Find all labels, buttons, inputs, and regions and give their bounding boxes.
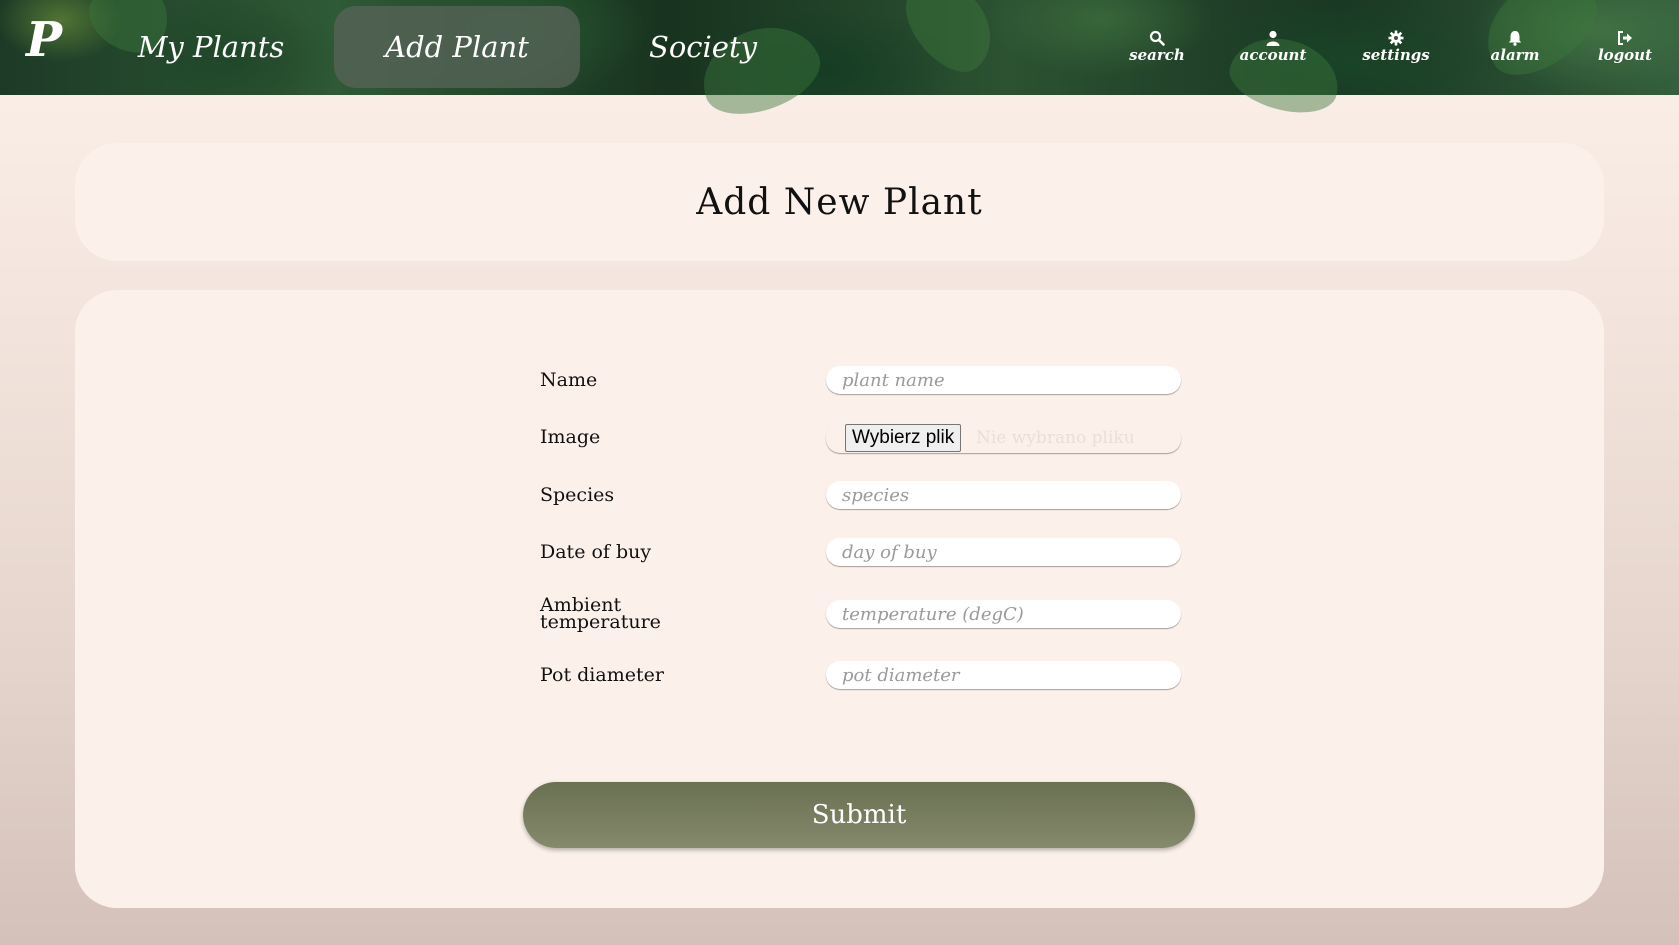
logout-icon bbox=[1618, 31, 1632, 45]
ambient-temperature-label: Ambient temperature bbox=[540, 596, 661, 633]
submit-button[interactable]: Submit bbox=[523, 782, 1195, 848]
image-label: Image bbox=[540, 426, 601, 448]
ambient-temperature-label-line2: temperature bbox=[540, 611, 661, 633]
tab-society[interactable]: Society bbox=[580, 6, 826, 88]
name-input[interactable] bbox=[826, 366, 1181, 394]
gear-icon bbox=[1388, 30, 1404, 46]
account-button[interactable]: account bbox=[1240, 30, 1306, 66]
alarm-label: alarm bbox=[1490, 46, 1540, 64]
tab-add-plant[interactable]: Add Plant bbox=[334, 6, 580, 88]
page-title-card: Add New Plant bbox=[75, 143, 1604, 261]
page-title: Add New Plant bbox=[696, 181, 983, 223]
bell-icon bbox=[1508, 31, 1522, 46]
ambient-temperature-input[interactable] bbox=[826, 600, 1181, 628]
image-file-input[interactable]: Wybierz plik Nie wybrano pliku bbox=[826, 423, 1181, 453]
settings-label: settings bbox=[1362, 46, 1430, 64]
pot-diameter-label: Pot diameter bbox=[540, 664, 664, 686]
logout-label: logout bbox=[1597, 46, 1653, 64]
choose-file-button[interactable]: Wybierz plik bbox=[845, 424, 962, 452]
name-label: Name bbox=[540, 369, 598, 391]
leaf-decoration bbox=[1467, 0, 1613, 93]
logout-button[interactable]: logout bbox=[1597, 30, 1653, 66]
settings-button[interactable]: settings bbox=[1362, 30, 1430, 66]
search-button[interactable]: search bbox=[1129, 30, 1185, 66]
species-input[interactable] bbox=[826, 481, 1181, 509]
tab-my-plants[interactable]: My Plants bbox=[88, 6, 334, 88]
species-label: Species bbox=[540, 484, 615, 506]
search-icon bbox=[1149, 30, 1165, 46]
account-label: account bbox=[1239, 46, 1307, 64]
top-navigation-bar: P My Plants Add Plant Society search acc… bbox=[0, 0, 1679, 129]
date-of-buy-label: Date of buy bbox=[540, 541, 652, 563]
date-of-buy-input[interactable] bbox=[826, 538, 1181, 566]
alarm-button[interactable]: alarm bbox=[1490, 30, 1540, 66]
search-label: search bbox=[1129, 46, 1185, 64]
pot-diameter-input[interactable] bbox=[826, 661, 1181, 689]
user-icon bbox=[1266, 30, 1280, 46]
file-status-text: Nie wybrano pliku bbox=[976, 428, 1135, 448]
leaf-decoration bbox=[891, 0, 1009, 86]
app-logo[interactable]: P bbox=[26, 12, 66, 68]
